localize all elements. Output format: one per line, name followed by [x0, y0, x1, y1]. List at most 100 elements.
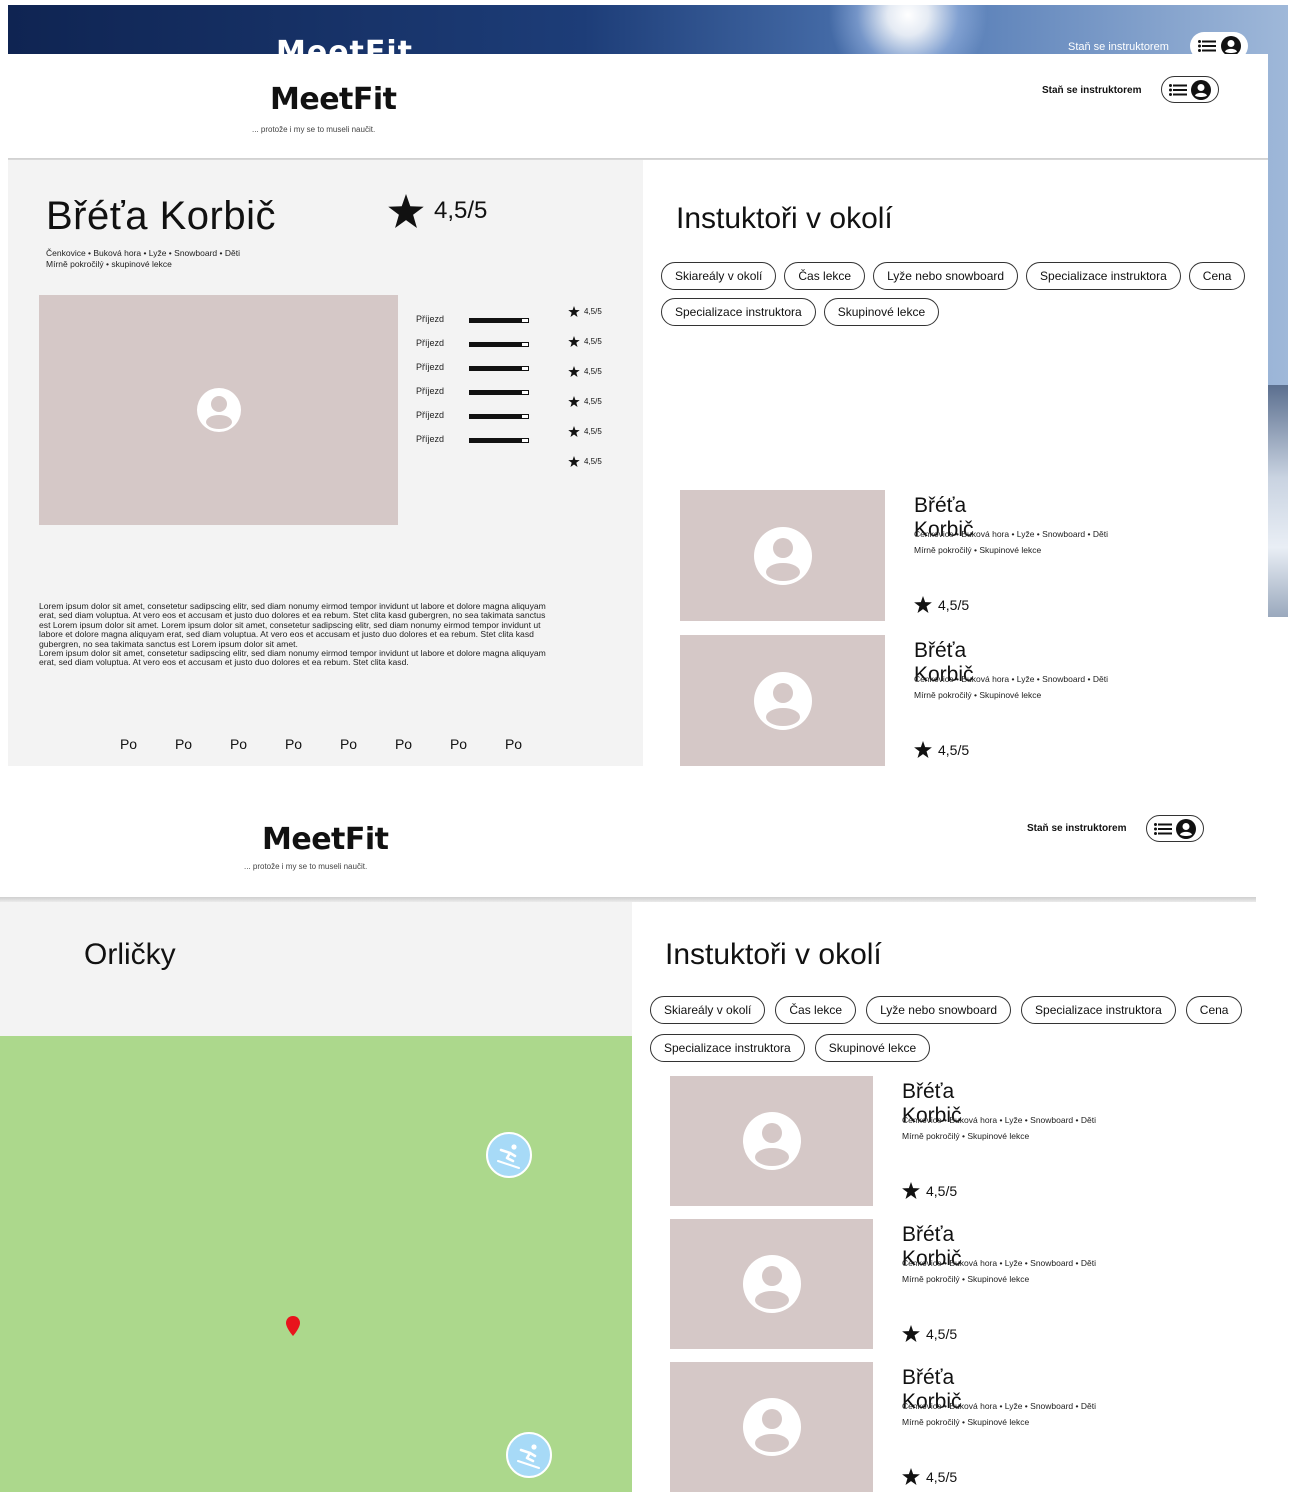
day-label[interactable]: Po — [156, 736, 211, 752]
list-icon — [1154, 822, 1172, 835]
rating-row: Příjezd 4,5/5 — [416, 358, 616, 382]
instructor-rating: 4,5/5 — [914, 741, 969, 758]
avatar-icon — [196, 388, 241, 432]
menu-account-button[interactable] — [1161, 76, 1219, 103]
rating-row: Příjezd 4,5/5 — [416, 382, 616, 407]
filter-chip[interactable]: Lyže nebo snowboard — [873, 262, 1019, 290]
avatar-icon — [742, 1112, 801, 1170]
profile-description: Lorem ipsum dolor sit amet, consetetur s… — [39, 601, 549, 668]
star-icon — [568, 306, 580, 317]
rating-row: Příjezd 4,5/5 — [416, 430, 616, 467]
filter-chip[interactable]: Skupinové lekce — [814, 1034, 931, 1062]
ski-resort-icon[interactable] — [486, 1132, 532, 1178]
become-instructor-link[interactable]: Staň se instruktorem — [1027, 823, 1126, 834]
day-label[interactable]: Po — [101, 736, 156, 752]
rating-bar-fill — [470, 391, 523, 394]
day-label[interactable]: Po — [486, 736, 541, 752]
star-icon — [568, 336, 580, 347]
logo[interactable]: MeetFit — [262, 822, 389, 857]
filter-chip[interactable]: Skiareály v okolí — [650, 996, 766, 1024]
star-icon — [568, 456, 580, 467]
instructor-rating-value: 4,5/5 — [926, 1182, 958, 1199]
profile-tags-line1: Čenkovice • Buková hora • Lyže • Snowboa… — [46, 248, 240, 258]
instructor-rating-value: 4,5/5 — [938, 741, 970, 758]
nearby-title: Instuktoři v okolí — [665, 938, 882, 971]
site-header: MeetFit ... protože i my se to museli na… — [8, 54, 1268, 160]
star-icon — [914, 741, 932, 758]
instructor-tags-line2: Mírně pokročilý • Skupinové lekce — [902, 1274, 1030, 1284]
day-label[interactable]: Po — [431, 736, 486, 752]
rating-bar — [469, 342, 529, 347]
instructor-rating-value: 4,5/5 — [926, 1468, 958, 1485]
rating-bar-fill — [470, 367, 523, 370]
availability-days: Po Po Po Po Po Po Po Po — [101, 736, 541, 752]
instructor-tags: Čenkovice • Buková hora • Lyže • Snowboa… — [902, 1398, 1096, 1430]
instructor-rating: 4,5/5 — [902, 1325, 957, 1342]
instructor-photo[interactable] — [670, 1219, 873, 1349]
instructor-rating-value: 4,5/5 — [938, 596, 970, 613]
map[interactable] — [0, 1036, 632, 1492]
description-paragraph-2: Lorem ipsum dolor sit amet, consetetur s… — [39, 648, 546, 668]
instructor-photo[interactable] — [680, 490, 885, 621]
rating-bar — [469, 414, 529, 419]
instructor-profile-screen: MeetFit ... protože i my se to museli na… — [8, 54, 1268, 766]
filter-chip[interactable]: Skupinové lekce — [823, 298, 940, 326]
filter-chip[interactable]: Cena — [1188, 262, 1246, 290]
rating-score-value: 4,5/5 — [584, 307, 602, 316]
profile-name: Břéťa Korbič — [46, 194, 276, 238]
rating-score: 4,5/5 — [568, 456, 602, 467]
rating-bar — [469, 438, 529, 443]
instructor-tags: Čenkovice • Buková hora • Lyže • Snowboa… — [902, 1112, 1096, 1144]
instructor-tags-line2: Mírně pokročilý • Skupinové lekce — [914, 545, 1042, 555]
rating-bar-fill — [470, 319, 523, 322]
filter-chip[interactable]: Skiareály v okolí — [661, 262, 777, 290]
list-icon — [1169, 83, 1187, 96]
star-icon — [902, 1182, 920, 1199]
rating-bar — [469, 390, 529, 395]
filter-chip[interactable]: Specializace instruktora — [650, 1034, 805, 1062]
rating-score: 4,5/5 — [568, 336, 602, 347]
rating-bar — [469, 318, 529, 323]
tagline: ... protože i my se to museli naučit. — [244, 862, 368, 871]
nearby-instructors-panel: Instuktoři v okolí Skiareály v okolí Čas … — [632, 902, 1256, 1492]
filter-chip[interactable]: Specializace instruktora — [661, 298, 816, 326]
filter-chip[interactable]: Specializace instruktora — [1021, 996, 1176, 1024]
filter-chip[interactable]: Lyže nebo snowboard — [866, 996, 1012, 1024]
profile-rating: 4,5/5 — [388, 194, 487, 228]
filter-chip[interactable]: Specializace instruktora — [1026, 262, 1181, 290]
region-title: Orličky — [84, 938, 176, 971]
instructor-tags: Čenkovice • Buková hora • Lyže • Snowboa… — [902, 1255, 1096, 1287]
instructor-photo[interactable] — [670, 1362, 873, 1492]
logo[interactable]: MeetFit — [270, 82, 397, 117]
filter-chip[interactable]: Čas lekce — [784, 262, 866, 290]
rating-label: Příjezd — [416, 434, 445, 444]
instructor-rating: 4,5/5 — [902, 1182, 957, 1199]
become-instructor-link[interactable]: Staň se instruktorem — [1042, 85, 1141, 96]
day-label[interactable]: Po — [321, 736, 376, 752]
user-account-icon — [1191, 79, 1211, 100]
menu-account-button[interactable] — [1146, 815, 1204, 842]
filter-chip[interactable]: Cena — [1185, 996, 1243, 1024]
star-icon — [388, 194, 424, 228]
instructor-photo[interactable] — [680, 635, 885, 766]
user-account-icon — [1176, 818, 1196, 839]
rating-score: 4,5/5 — [568, 306, 602, 317]
day-label[interactable]: Po — [376, 736, 431, 752]
filter-chips: Skiareály v okolí Čas lekce Lyže nebo snow… — [661, 262, 1261, 326]
location-pin-icon[interactable] — [286, 1316, 300, 1336]
rating-bar-fill — [470, 415, 523, 418]
filter-chip[interactable]: Čas lekce — [775, 996, 857, 1024]
star-icon — [902, 1325, 920, 1342]
rating-breakdown: Příjezd 4,5/5 Příjezd 4,5/5 Příjezd 4,5/5 Příj… — [416, 306, 616, 467]
mountain-edge — [1266, 385, 1288, 617]
instructor-rating-value: 4,5/5 — [926, 1325, 958, 1342]
day-label[interactable]: Po — [266, 736, 321, 752]
ski-resort-icon[interactable] — [506, 1432, 552, 1478]
instructor-rating: 4,5/5 — [914, 596, 969, 613]
day-label[interactable]: Po — [211, 736, 266, 752]
star-icon — [568, 366, 580, 377]
avatar-icon — [742, 1255, 801, 1313]
instructor-tags: Čenkovice • Buková hora • Lyže • Snowboa… — [914, 526, 1108, 558]
rating-label: Příjezd — [416, 386, 445, 396]
instructor-photo[interactable] — [670, 1076, 873, 1206]
